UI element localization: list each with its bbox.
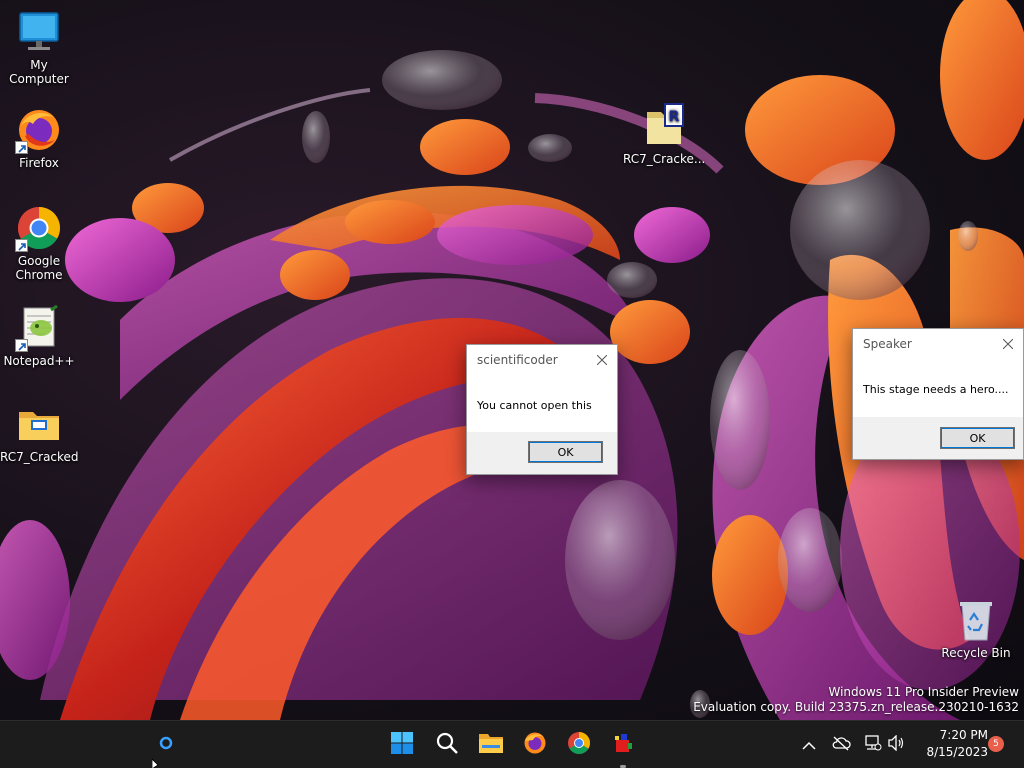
notification-badge[interactable]: 5	[988, 736, 1004, 752]
show-hidden-icons-button[interactable]	[797, 733, 821, 757]
firefox-icon	[523, 731, 547, 759]
shortcut-arrow-icon	[15, 141, 28, 154]
close-icon[interactable]	[993, 329, 1023, 359]
desktop-icon-firefox[interactable]: Firefox	[0, 106, 78, 170]
close-icon[interactable]	[587, 345, 617, 375]
desktop-icon-notepadpp[interactable]: Notepad++	[0, 304, 78, 368]
recycle-bin-icon	[952, 596, 1000, 644]
volume-control[interactable]	[884, 733, 908, 757]
dialog-titlebar[interactable]: Speaker	[853, 329, 1023, 359]
desktop-icon-label: My Computer	[9, 58, 69, 86]
dialog-message: This stage needs a hero....	[863, 383, 1009, 396]
dialog-footer: OK	[467, 432, 617, 474]
desktop-icon-label: Recycle Bin	[941, 646, 1011, 660]
watermark-build: Evaluation copy. Build 23375.zn_release.…	[693, 700, 1019, 714]
taskbar-firefox[interactable]	[519, 729, 551, 761]
dialog-title: scientificoder	[477, 353, 558, 367]
taskbar-search-button[interactable]	[431, 729, 463, 761]
shortcut-arrow-icon	[15, 339, 28, 352]
firefox-icon	[15, 106, 63, 154]
taskbar: 7:20 PM 8/15/2023	[0, 720, 1024, 768]
roblox-app-icon	[611, 731, 635, 759]
message-dialog-speaker: Speaker This stage needs a hero.... OK	[852, 328, 1024, 460]
file-explorer-icon	[478, 731, 504, 759]
busy-cursor-icon	[151, 729, 176, 768]
desktop-icon-recycle-bin[interactable]: Recycle Bin	[936, 596, 1016, 660]
chevron-up-icon	[802, 736, 816, 755]
onedrive-status[interactable]	[829, 733, 853, 757]
ok-button[interactable]: OK	[940, 427, 1015, 449]
dialog-footer: OK	[853, 417, 1023, 459]
taskbar-chrome[interactable]	[563, 729, 595, 761]
desktop-icon-label: Google Chrome	[15, 254, 63, 282]
desktop-icon-label: RC7_Cracke...	[623, 152, 706, 166]
volume-icon	[887, 734, 905, 755]
desktop-icon-my-computer[interactable]: My Computer	[0, 8, 78, 86]
message-dialog-scientificoder: scientificoder You cannot open this OK	[466, 344, 618, 475]
network-icon	[862, 734, 882, 756]
desktop-icon-google-chrome[interactable]: Google Chrome	[0, 204, 78, 282]
desktop-icon-rc7-cracked-folder[interactable]: RC7_Cracked	[0, 400, 79, 464]
desktop-icon-rc7-cracked-archive[interactable]: R RC7_Cracke...	[623, 102, 706, 166]
chrome-icon	[15, 204, 63, 252]
clock-time: 7:20 PM	[939, 728, 988, 742]
taskbar-file-explorer[interactable]	[475, 729, 507, 761]
taskbar-roblox-app[interactable]	[607, 729, 639, 768]
watermark-edition: Windows 11 Pro Insider Preview	[828, 685, 1019, 699]
cloud-offline-icon	[831, 735, 851, 755]
notepadpp-icon	[15, 304, 63, 352]
dialog-title: Speaker	[863, 337, 912, 351]
desktop-icon-label: RC7_Cracked	[0, 450, 79, 464]
desktop-icon-label: Firefox	[19, 156, 59, 170]
search-icon	[435, 731, 459, 759]
chrome-icon	[567, 731, 591, 759]
start-button[interactable]	[386, 729, 418, 761]
clock-date: 8/15/2023	[926, 745, 988, 759]
desktop-icon-label: Notepad++	[3, 354, 75, 368]
network-status[interactable]	[860, 733, 884, 757]
ok-button[interactable]: OK	[528, 441, 603, 463]
folder-icon	[15, 400, 63, 448]
svg-text:R: R	[669, 109, 680, 125]
taskbar-clock[interactable]: 7:20 PM 8/15/2023	[912, 727, 988, 761]
monitor-icon	[15, 8, 63, 56]
windows-evaluation-watermark: Windows 11 Pro Insider Preview Evaluatio…	[693, 685, 1019, 715]
dialog-titlebar[interactable]: scientificoder	[467, 345, 617, 375]
winrar-archive-icon: R	[639, 102, 687, 150]
shortcut-arrow-icon	[15, 239, 28, 252]
start-icon	[390, 731, 414, 759]
dialog-message: You cannot open this	[477, 399, 592, 412]
